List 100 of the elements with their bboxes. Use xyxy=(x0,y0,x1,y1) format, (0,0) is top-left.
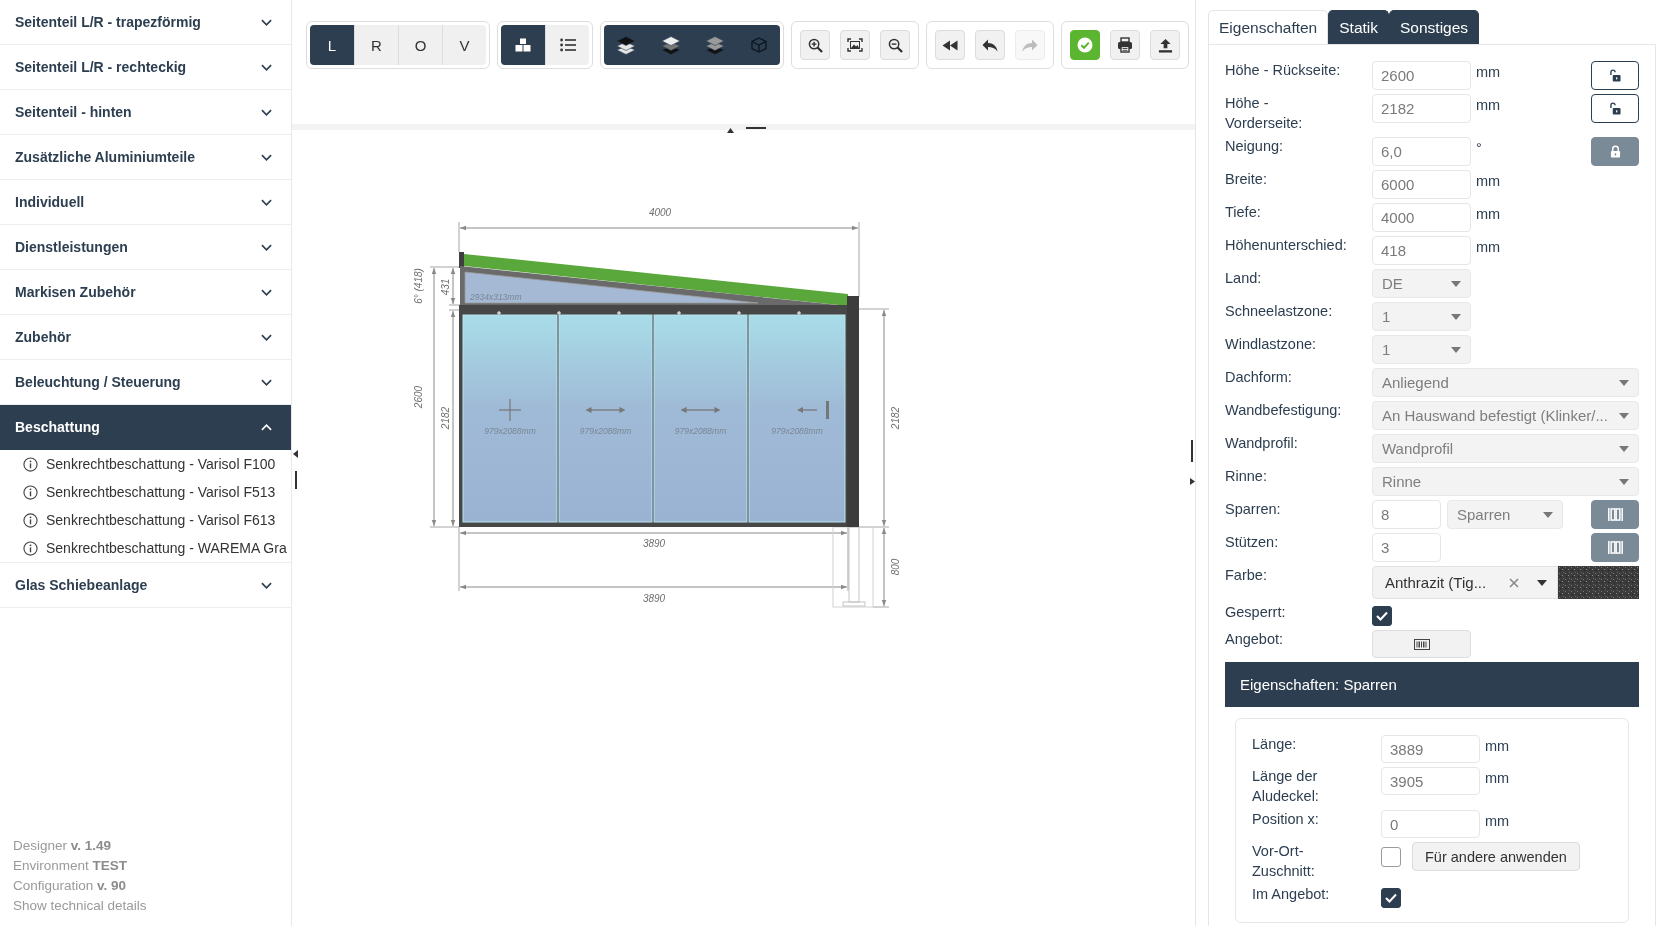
number-input[interactable]: 2600 xyxy=(1372,61,1471,90)
collapse-arrow-icon[interactable] xyxy=(1190,478,1195,485)
unit-label: mm xyxy=(1476,96,1501,115)
caret-down-icon xyxy=(1619,379,1629,386)
color-select[interactable]: Anthrazit (Tig... xyxy=(1372,566,1558,599)
clear-icon xyxy=(1509,577,1519,588)
cube-icon xyxy=(750,37,767,53)
zoom-in-button[interactable] xyxy=(800,30,830,60)
lock-button[interactable] xyxy=(1591,94,1639,123)
lock-button[interactable] xyxy=(1591,61,1639,90)
field-label: Rinne: xyxy=(1225,467,1268,486)
number-input[interactable]: 2182 xyxy=(1372,94,1471,123)
number-input[interactable]: 3905 xyxy=(1381,767,1480,795)
field-label: Höhe - Rückseite: xyxy=(1225,61,1342,80)
unlock-icon xyxy=(1609,102,1621,115)
number-input[interactable]: 4000 xyxy=(1372,203,1471,232)
panel-tab[interactable]: Statik xyxy=(1328,10,1389,44)
checkbox[interactable] xyxy=(1381,888,1401,908)
view-button[interactable]: V xyxy=(442,25,486,65)
checkbox[interactable] xyxy=(1372,606,1392,626)
field-label: Im Angebot: xyxy=(1252,885,1331,904)
zoom-out-button[interactable] xyxy=(880,30,910,60)
number-input[interactable]: 418 xyxy=(1372,236,1471,265)
view-button[interactable]: R xyxy=(354,25,398,65)
field-label: Länge: xyxy=(1252,735,1298,754)
list-view-button[interactable] xyxy=(545,25,589,65)
checkbox[interactable] xyxy=(1381,847,1401,867)
apply-to-others-button[interactable]: Für andere anwenden xyxy=(1412,842,1580,871)
info-icon xyxy=(23,456,38,472)
field-label: Schneelastzone: xyxy=(1225,302,1334,321)
dimension-label: 2182 xyxy=(889,406,901,430)
sidebar-item[interactable]: Senkrechtbeschattung - WAREMA Gra xyxy=(0,534,291,562)
caret-down-icon xyxy=(1619,478,1629,485)
drag-handle-icon[interactable] xyxy=(746,127,766,129)
dimension-label: 3890 xyxy=(642,537,666,549)
number-input[interactable]: 8 xyxy=(1372,500,1441,529)
rewind-button[interactable] xyxy=(935,30,965,60)
barcode-button[interactable] xyxy=(1372,630,1471,658)
caret-down-icon xyxy=(1451,280,1461,287)
field-label: Länge der Aludeckel: xyxy=(1252,767,1320,806)
view-button[interactable]: L xyxy=(310,25,354,65)
unit-label: mm xyxy=(1485,812,1510,831)
panel-tab[interactable]: Sonstiges xyxy=(1389,10,1480,44)
field-label: Vor-Ort-Zuschnitt: xyxy=(1252,842,1316,881)
field-label: Höhe - Vorderseite: xyxy=(1225,94,1304,133)
columns-button[interactable] xyxy=(1591,500,1639,529)
blocks-view-button[interactable] xyxy=(501,25,545,65)
double-arrow-icon xyxy=(585,407,626,413)
field-label: Angebot: xyxy=(1225,630,1285,649)
sidebar-item[interactable]: Senkrechtbeschattung - Varisol F100 xyxy=(0,450,291,478)
dimension-label: 2600 xyxy=(412,385,424,409)
chevron-up-icon xyxy=(261,423,272,431)
chevron-down-icon xyxy=(261,333,272,341)
caret-down-icon xyxy=(1451,313,1461,320)
version-info: Designer v. 1.49 xyxy=(13,837,112,855)
layer-button[interactable] xyxy=(604,25,648,65)
double-arrow-icon xyxy=(680,407,721,413)
unit-label: mm xyxy=(1476,63,1501,82)
dimension-label: 3890 xyxy=(642,592,666,604)
drag-handle-icon[interactable] xyxy=(1191,440,1193,462)
view-button[interactable]: O xyxy=(398,25,442,65)
number-input[interactable]: 6,0 xyxy=(1372,137,1471,166)
field-label: Land: xyxy=(1225,269,1263,288)
sidebar-item[interactable]: Senkrechtbeschattung - Varisol F613 xyxy=(0,506,291,534)
check-circle-icon xyxy=(1077,37,1093,53)
number-input[interactable]: 3 xyxy=(1372,533,1441,562)
accordion-header[interactable]: Beschattung xyxy=(0,405,291,450)
unit-label: mm xyxy=(1476,205,1501,224)
dimension-label: 2182 xyxy=(439,406,451,430)
panel-tab[interactable]: Eigenschaften xyxy=(1208,10,1329,44)
number-input[interactable]: 6000 xyxy=(1372,170,1471,199)
zoom-out-icon xyxy=(887,37,903,53)
field-label: Wandprofil: xyxy=(1225,434,1299,453)
columns-icon xyxy=(1607,541,1623,554)
collapse-arrow-icon[interactable] xyxy=(293,450,298,458)
dimension-label: 4000 xyxy=(648,206,672,218)
version-info: Configuration v. 90 xyxy=(13,877,127,895)
fit-screen-icon xyxy=(847,38,863,52)
info-icon xyxy=(23,540,38,556)
fit-view-button[interactable] xyxy=(840,30,870,60)
number-input[interactable]: 3889 xyxy=(1381,735,1480,763)
caret-down-icon xyxy=(1619,412,1629,419)
sidebar-item[interactable]: Senkrechtbeschattung - Varisol F513 xyxy=(0,478,291,506)
cross-icon xyxy=(498,398,522,422)
print-button[interactable] xyxy=(1110,30,1140,60)
undo-button[interactable] xyxy=(975,30,1005,60)
printer-icon xyxy=(1117,37,1133,53)
check-button[interactable] xyxy=(1070,30,1100,60)
field-label: Sparren: xyxy=(1225,500,1282,519)
upload-icon xyxy=(1157,37,1173,53)
field-label: Dachform: xyxy=(1225,368,1293,387)
columns-button[interactable] xyxy=(1591,533,1639,562)
drag-handle-icon[interactable] xyxy=(295,471,297,489)
field-label: Höhenunterschied: xyxy=(1225,236,1348,255)
collapse-arrow-icon[interactable] xyxy=(727,128,734,133)
upload-button[interactable] xyxy=(1150,30,1180,60)
panel-size-label: 979x2088mm xyxy=(579,426,632,436)
layers-icon xyxy=(704,35,725,55)
chevron-down-icon xyxy=(261,63,272,71)
number-input[interactable]: 0 xyxy=(1381,810,1480,838)
